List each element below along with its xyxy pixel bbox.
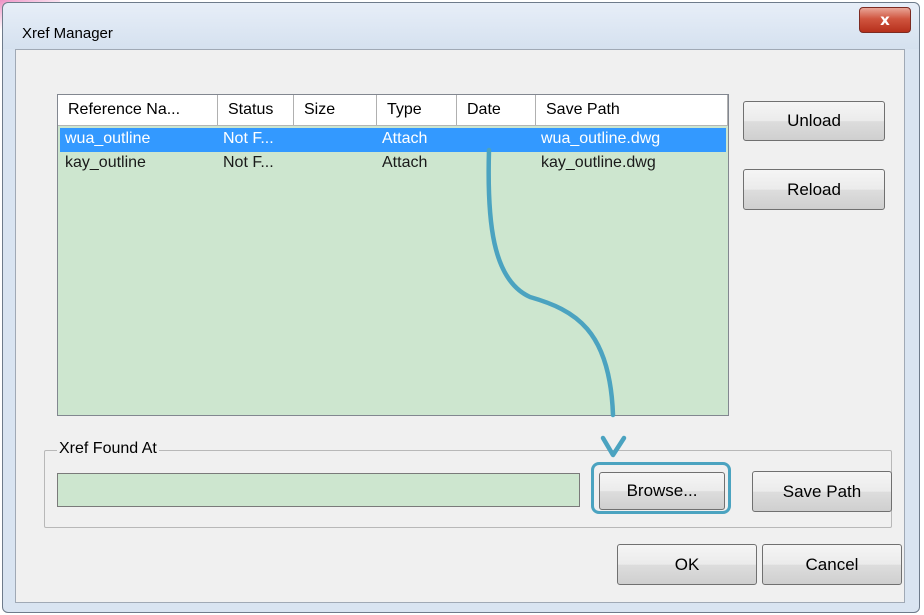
cell-size xyxy=(294,152,377,176)
cancel-button[interactable]: Cancel xyxy=(762,544,902,585)
title-bar[interactable]: Xref Manager x xyxy=(3,3,919,49)
list-header: Reference Na... Status Size Type Date Sa… xyxy=(58,95,728,126)
reload-button[interactable]: Reload xyxy=(743,169,885,210)
cell-type: Attach xyxy=(382,154,428,171)
cell-save-path: kay_outline.dwg xyxy=(541,154,656,171)
cell-status: Not F... xyxy=(223,154,274,171)
save-path-button[interactable]: Save Path xyxy=(752,471,892,512)
ok-button[interactable]: OK xyxy=(617,544,757,585)
list-row-wua-outline[interactable]: wua_outline Not F... Attach wua_outline.… xyxy=(60,128,726,152)
browse-callout-highlight xyxy=(591,462,731,514)
list-row-kay-outline[interactable]: kay_outline Not F... Attach kay_outline.… xyxy=(60,152,726,176)
column-header-save-path[interactable]: Save Path xyxy=(536,95,728,125)
xref-list[interactable]: Reference Na... Status Size Type Date Sa… xyxy=(57,94,729,416)
cell-size xyxy=(294,128,377,152)
cell-reference-name: wua_outline xyxy=(65,130,151,147)
unload-button[interactable]: Unload xyxy=(743,101,885,141)
close-icon: x xyxy=(880,11,890,29)
cell-type: Attach xyxy=(382,130,428,147)
cell-date xyxy=(457,152,536,176)
xref-manager-dialog: Xref Manager x Reference Na... Status Si… xyxy=(2,2,920,613)
xref-found-at-field[interactable] xyxy=(57,473,580,507)
close-button[interactable]: x xyxy=(859,7,911,33)
column-header-status[interactable]: Status xyxy=(218,95,294,125)
cell-save-path: wua_outline.dwg xyxy=(541,130,661,147)
cell-date xyxy=(457,128,536,152)
column-header-type[interactable]: Type xyxy=(377,95,457,125)
column-header-date[interactable]: Date xyxy=(457,95,536,125)
window-title: Xref Manager xyxy=(22,25,113,42)
cell-reference-name: kay_outline xyxy=(65,154,146,171)
cell-status: Not F... xyxy=(223,130,274,147)
column-header-size[interactable]: Size xyxy=(294,95,377,125)
dialog-client-area: Reference Na... Status Size Type Date Sa… xyxy=(15,49,905,603)
xref-found-at-label: Xref Found At xyxy=(57,440,159,458)
column-header-reference-name[interactable]: Reference Na... xyxy=(58,95,218,125)
